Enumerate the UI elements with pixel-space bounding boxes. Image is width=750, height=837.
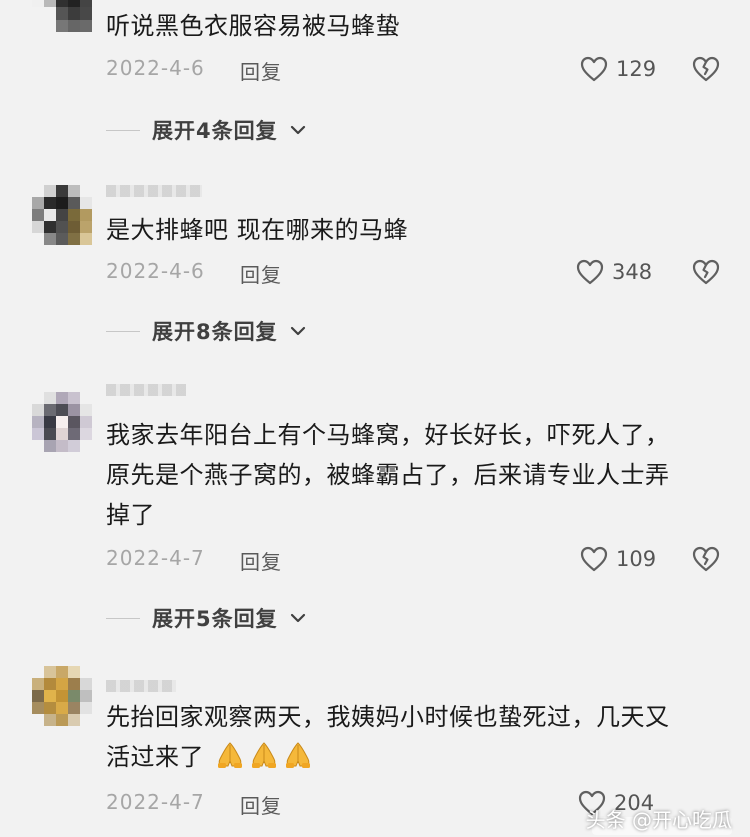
comment-item: 我家去年阳台上有个马蜂窝，好长好长，吓死人了， 原先是个燕子窝的，被蜂霸占了，后…: [0, 380, 750, 650]
heart-outline-icon: [576, 259, 604, 285]
comment-date: 2022-4-7: [106, 790, 205, 814]
comment-item: 听说黑色衣服容易被马蜂蛰 2022-4-6 回复 129 展开4条回复: [0, 0, 750, 160]
chevron-down-icon: [290, 125, 305, 135]
expand-replies-label: 展开4条回复: [152, 119, 278, 143]
like-count: 129: [616, 57, 657, 81]
chevron-down-icon: [290, 613, 305, 623]
heart-outline-icon: [580, 546, 608, 572]
expand-replies-label: 展开5条回复: [152, 607, 278, 631]
comment-text: 是大排蜂吧 现在哪来的马蜂: [106, 216, 409, 244]
divider-dash: [106, 330, 140, 332]
heart-outline-icon: [580, 56, 608, 82]
reply-button[interactable]: 回复: [240, 546, 282, 575]
like-button[interactable]: 129: [580, 54, 656, 84]
comment-text: 听说黑色衣服容易被马蜂蛰: [106, 12, 400, 40]
username[interactable]: [106, 185, 202, 197]
watermark-text: 头条 @开心吃瓜: [585, 808, 732, 832]
expand-replies-button[interactable]: 展开8条回复: [106, 316, 306, 346]
expand-replies-button[interactable]: 展开5条回复: [106, 603, 306, 633]
comment-date: 2022-4-7: [106, 546, 205, 570]
username[interactable]: [106, 680, 176, 692]
comment-item: 是大排蜂吧 现在哪来的马蜂 2022-4-6 回复 348 展开8条回复: [0, 175, 750, 360]
broken-heart-icon[interactable]: [692, 258, 720, 286]
like-count: 348: [612, 260, 653, 284]
avatar[interactable]: [32, 185, 92, 245]
like-button[interactable]: 109: [580, 544, 656, 574]
like-count: 109: [616, 547, 657, 571]
watermark: 头条 @开心吃瓜: [585, 804, 732, 835]
divider-dash: [106, 129, 140, 131]
avatar[interactable]: [32, 666, 92, 726]
reply-button[interactable]: 回复: [240, 56, 282, 85]
broken-heart-icon[interactable]: [692, 55, 720, 83]
pray-emoji: [218, 742, 243, 768]
comment-screen: 听说黑色衣服容易被马蜂蛰 2022-4-6 回复 129 展开4条回复 是大排蜂…: [0, 0, 750, 837]
expand-replies-button[interactable]: 展开4条回复: [106, 115, 306, 145]
username[interactable]: [106, 384, 186, 396]
comment-text: 我家去年阳台上有个马蜂窝，好长好长，吓死人了， 原先是个燕子窝的，被蜂霸占了，后…: [106, 421, 670, 529]
pray-emoji: [286, 742, 311, 768]
reply-button[interactable]: 回复: [240, 790, 282, 819]
pray-emoji: [252, 742, 277, 768]
avatar[interactable]: [32, 392, 92, 452]
expand-replies-label: 展开8条回复: [152, 320, 278, 344]
broken-heart-icon[interactable]: [692, 545, 720, 573]
divider-dash: [106, 617, 140, 619]
chevron-down-icon: [290, 326, 305, 336]
comment-date: 2022-4-6: [106, 56, 205, 80]
comment-text: 先抬回家观察两天，我姨妈小时候也蛰死过，几天又 活过来了: [106, 703, 670, 771]
comment-date: 2022-4-6: [106, 259, 205, 283]
reply-button[interactable]: 回复: [240, 259, 282, 288]
avatar[interactable]: [32, 0, 92, 32]
like-button[interactable]: 348: [576, 257, 652, 287]
emoji-group: [206, 742, 316, 771]
